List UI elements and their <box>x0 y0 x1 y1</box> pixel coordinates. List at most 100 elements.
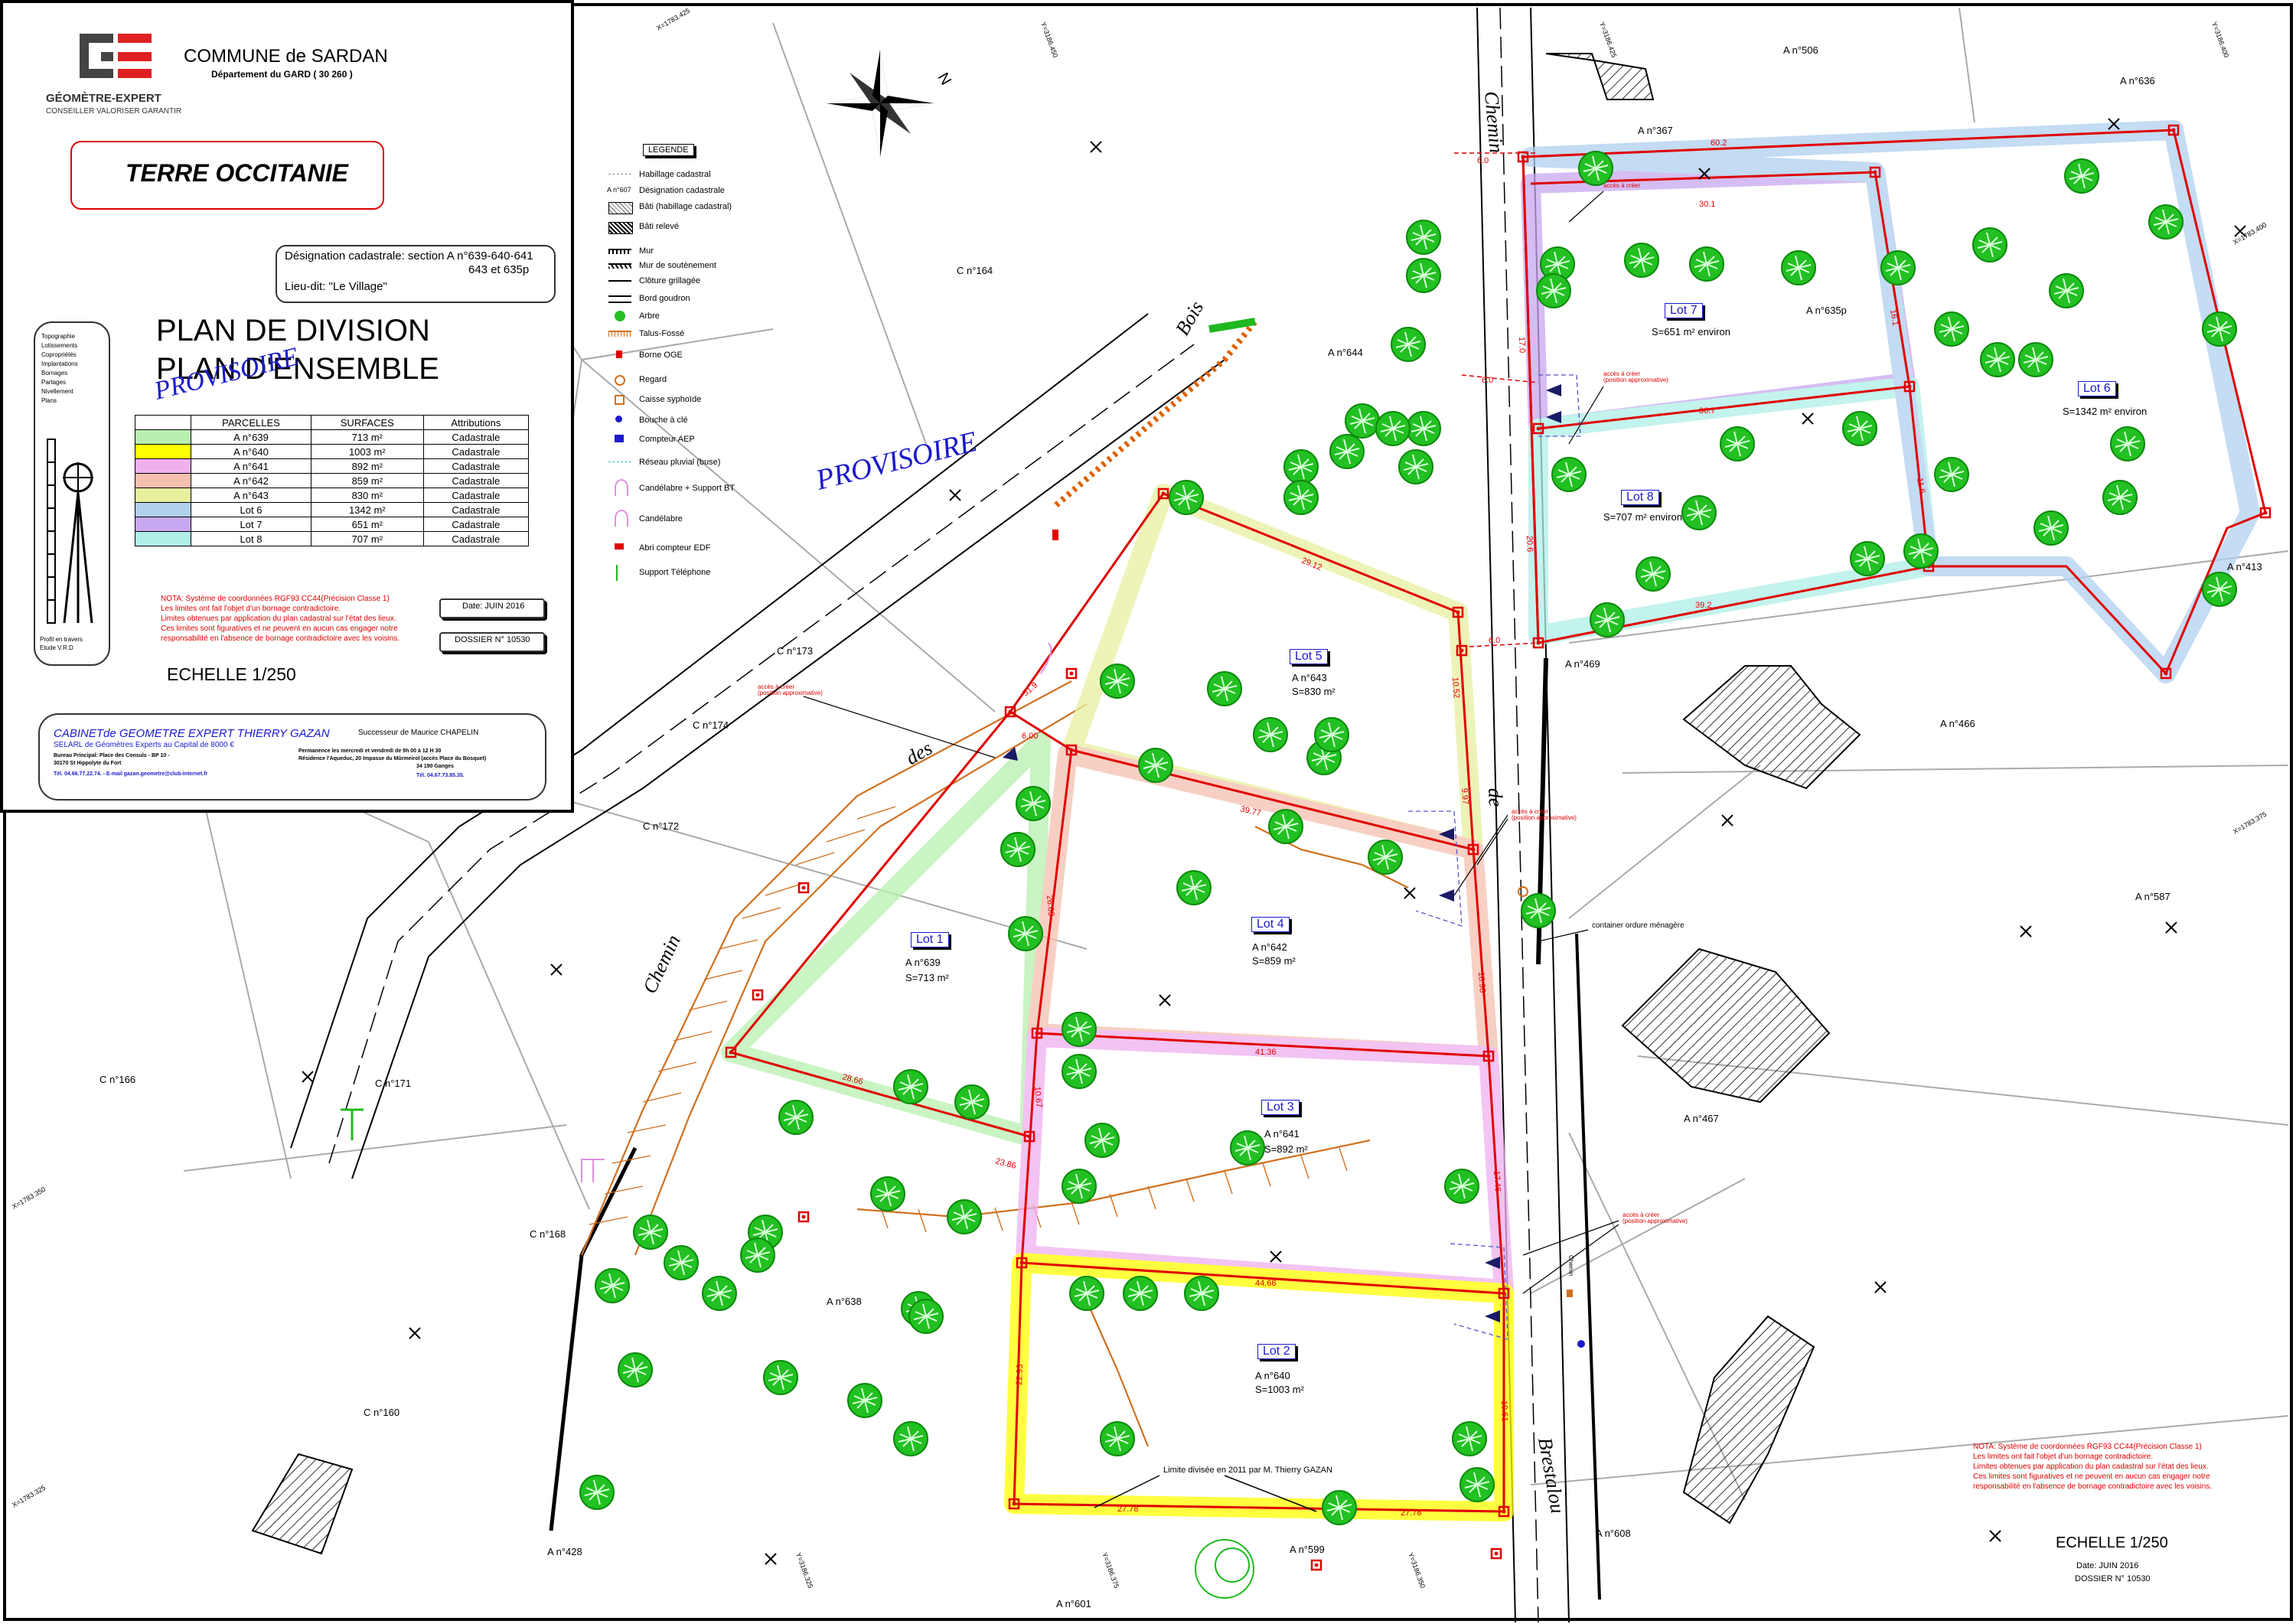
color-swatch <box>135 488 191 503</box>
limite-note: Limite divisée en 2011 par M. Thierry GA… <box>1163 1466 1332 1475</box>
table-row: A n°640 1003 m² Cadastrale <box>135 444 530 459</box>
access-note-2: (position approximative) <box>1623 1218 1688 1225</box>
lot-4-tag[interactable]: Lot 4 <box>1251 917 1290 932</box>
nota-line: Ces limites sont figuratives et ne peuve… <box>1973 1472 2210 1481</box>
lot-2-tag[interactable]: Lot 2 <box>1257 1344 1296 1359</box>
drain-box-icon <box>615 395 625 405</box>
lot-6-area: S=1342 m² environ <box>2063 406 2148 417</box>
road-label-bois: Bois <box>1171 297 1208 339</box>
table-header: PARCELLES <box>191 415 311 430</box>
table-cell-attr: Cadastrale <box>422 502 530 517</box>
road-label-brestalou: Brestalou <box>1534 1436 1569 1515</box>
commune: COMMUNE de SARDAN <box>184 46 388 67</box>
lot-1-parcel: A n°639 <box>905 957 941 968</box>
lot-3-parcel: A n°641 <box>1264 1128 1300 1140</box>
table-header: SURFACES <box>310 415 424 430</box>
dim-label: 6.0 <box>1477 156 1489 165</box>
legend-item: Clôture grillagée <box>608 276 700 285</box>
embankment-icon <box>608 331 631 337</box>
lot-7-tag[interactable]: Lot 7 <box>1665 303 1703 318</box>
cadastral-label: C n°172 <box>643 820 679 832</box>
table-row: Lot 8 707 m² Cadastrale <box>135 531 530 546</box>
legend-item: Habillage cadastral <box>608 170 711 179</box>
cabinet-name: CABINETde GEOMETRE EXPERT THIERRY GAZAN <box>54 727 330 740</box>
table-cell-surface: 830 m² <box>310 488 424 503</box>
fence-icon <box>608 280 631 282</box>
map-scale: ECHELLE 1/250 <box>2056 1534 2168 1551</box>
table-cell-surface: 707 m² <box>310 531 424 546</box>
access-note: accès à créer <box>1603 182 1640 189</box>
nota-line: NOTA: Système de coordonnées RGF93 CC44(… <box>1973 1443 2202 1451</box>
road-label-de: de <box>1484 788 1507 807</box>
legend-title: LEGENDE <box>643 144 694 156</box>
cadastral-label: C n°160 <box>364 1407 400 1418</box>
lot-8-tag[interactable]: Lot 8 <box>1621 490 1659 505</box>
cadastral-label: A n°587 <box>2135 891 2170 902</box>
cadastral-label: A n°644 <box>1328 347 1363 358</box>
color-swatch <box>135 531 191 546</box>
permanence-2: Résidence l'Aqueduc, 20 Impasse du Mûrme… <box>298 756 487 761</box>
cadastral-label: A n°467 <box>1684 1113 1719 1124</box>
contact-1: Tél. 04.66.77.22.74. - E-mail gazan.geom… <box>54 771 208 777</box>
table-cell-attr: Cadastrale <box>422 429 530 445</box>
echelle: ECHELLE 1/250 <box>167 664 296 684</box>
table-row: Lot 7 651 m² Cadastrale <box>135 517 530 532</box>
table-cell-surface: 892 m² <box>310 458 424 474</box>
permanence-3: 34 190 Ganges <box>416 764 455 769</box>
table-cell-attr: Cadastrale <box>422 458 530 474</box>
grid-y-label: Y=3186.375 <box>1101 1551 1120 1589</box>
legend-item: Caisse syphoïde <box>615 395 701 405</box>
dim-label: 39.2 <box>1695 601 1711 610</box>
valve-icon <box>615 416 622 422</box>
legend-item: Réseau pluvial (buse) <box>608 458 720 467</box>
service-item: Bornages <box>41 370 68 377</box>
table-row: A n°641 892 m² Cadastrale <box>135 458 530 474</box>
legend-item: Mur <box>608 246 654 256</box>
road-edge-icon <box>608 295 631 303</box>
legend-item: Support Téléphone <box>616 565 710 581</box>
table-cell-attr: Cadastrale <box>422 488 530 503</box>
dim-label: 27.78 <box>1117 1505 1139 1514</box>
table-row: A n°642 859 m² Cadastrale <box>135 473 530 488</box>
table-cell-surface: 1342 m² <box>310 502 424 517</box>
table-cell-parcel: A n°639 <box>191 429 311 445</box>
color-swatch <box>135 429 191 445</box>
wall-icon <box>608 249 631 254</box>
table-cell-attr: Cadastrale <box>422 531 530 546</box>
legend-item: Abri compteur EDF <box>615 543 711 553</box>
dossier: DOSSIER N° 10530 <box>455 635 530 644</box>
cadastral-label: A n°635p <box>1806 305 1847 316</box>
cadastral-label: A n°428 <box>547 1546 582 1557</box>
legend-item: Bâti (habillage cadastral) <box>608 202 732 214</box>
selarl: SELARL de Géomètres Experts au Capital d… <box>54 741 234 749</box>
table-header-swatch <box>135 415 191 430</box>
lot-3-tag[interactable]: Lot 3 <box>1261 1100 1300 1115</box>
legend-item: Bord goudron <box>608 294 690 303</box>
cadastral-label: C n°171 <box>375 1078 411 1089</box>
color-swatch <box>135 458 191 474</box>
dim-label: 22.93 <box>1015 1364 1025 1385</box>
nota-line: Limites obtenues par application du plan… <box>1973 1463 2209 1471</box>
road-label-chemin-2: Chemin <box>638 931 684 997</box>
water-meter-icon <box>615 435 624 442</box>
electric-meter-icon <box>615 543 624 549</box>
dim-label: 30.1 <box>1699 200 1715 209</box>
dim-label: 23.86 <box>994 1156 1017 1171</box>
nota-line: responsabilité en l'absence de bornage c… <box>1973 1482 2213 1491</box>
departement: Département du GARD ( 30 260 ) <box>211 69 353 80</box>
lot-1-tag[interactable]: Lot 1 <box>911 932 949 947</box>
table-cell-surface: 859 m² <box>310 473 424 488</box>
dim-label: 36.7 <box>1699 406 1715 416</box>
dim-label: 10.67 <box>1032 1086 1043 1107</box>
cadastral-label: A n°413 <box>2227 561 2262 572</box>
lot-5-tag[interactable]: Lot 5 <box>1290 649 1328 664</box>
lot-6-tag[interactable]: Lot 6 <box>2078 381 2116 396</box>
dim-label: 10.52 <box>1450 677 1461 698</box>
color-swatch <box>135 473 191 488</box>
legend-item: Candélabre <box>615 510 683 527</box>
legend-item: Bouche à clé <box>615 416 688 425</box>
service-item: Topographie <box>41 333 76 340</box>
legend-item: Compteur AEP <box>615 435 695 444</box>
cadastral-label: A n°636 <box>2120 75 2155 86</box>
grid-y-label: Y=3186.350 <box>1407 1551 1427 1589</box>
